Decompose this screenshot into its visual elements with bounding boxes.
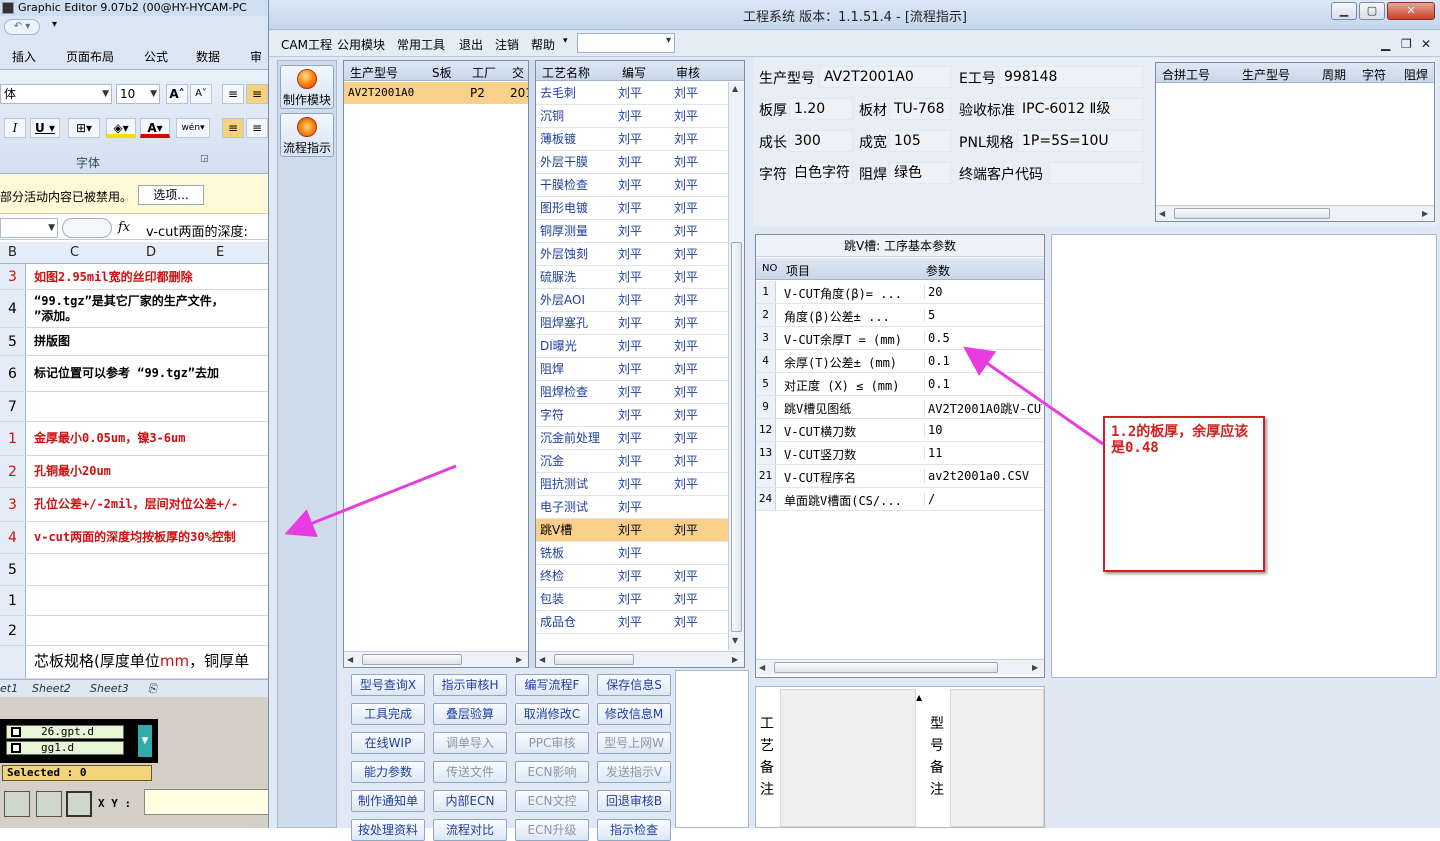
callout-text: 1.2的板厚，余厚应该是0.48 xyxy=(1111,424,1249,456)
arrow-to-spreadsheet xyxy=(284,464,457,538)
annotation-callout: 1.2的板厚，余厚应该是0.48 xyxy=(1103,416,1265,572)
arrow-to-remaining-thickness xyxy=(963,346,1104,446)
annotation-arrows xyxy=(284,346,1104,538)
